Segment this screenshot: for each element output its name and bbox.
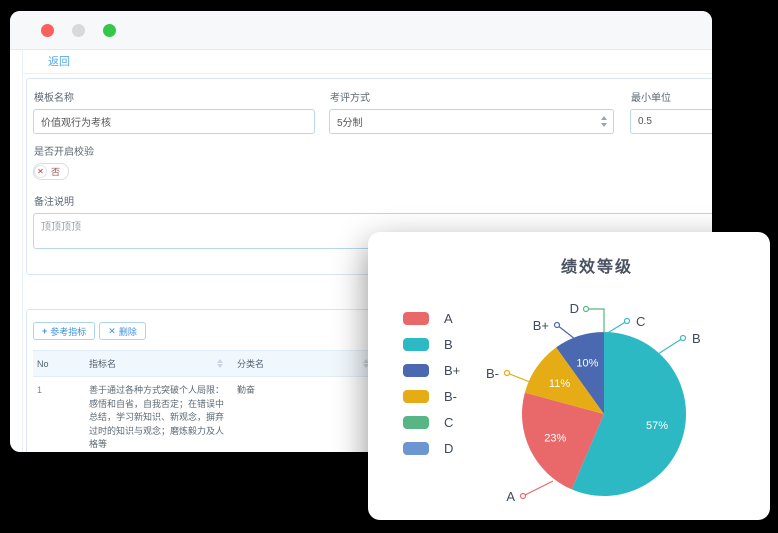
form-field-row: 模板名称 考评方式 最小单位: [33, 87, 712, 134]
slice-percent-label: 10%: [576, 357, 598, 369]
toggle-state-label: 否: [51, 165, 60, 178]
callout-label: B: [692, 331, 701, 346]
cell-indicator: 善于通过各种方式突破个人局限：感悟和自省，自我否定；在错误中总结，学习新知识、新…: [85, 377, 233, 453]
screenshot-canvas: { "window": { "back_link": "返回", "traffi…: [0, 0, 778, 533]
pie-chart: 57% 23% 11% 10% D C B B+ B- A: [368, 232, 770, 520]
add-indicator-button[interactable]: + 参考指标: [33, 322, 95, 340]
evaluation-method-select[interactable]: [329, 109, 614, 134]
template-name-input[interactable]: [33, 109, 315, 134]
slice-percent-label: 11%: [549, 378, 570, 390]
callout-line: [658, 338, 683, 354]
validation-toggle[interactable]: ✕ 否: [33, 163, 69, 180]
min-unit-label: 最小单位: [631, 89, 712, 104]
callout-label: D: [570, 301, 579, 316]
callout-line: [507, 373, 530, 382]
close-button[interactable]: [41, 24, 54, 37]
select-spinner-icon: [600, 116, 607, 127]
min-unit-input[interactable]: [630, 109, 712, 134]
maximize-button[interactable]: [103, 24, 116, 37]
sort-icon[interactable]: [217, 359, 223, 368]
validation-toggle-label: 是否开启校验: [34, 143, 712, 158]
callout-dot-icon: [521, 494, 526, 499]
callout-line: [586, 309, 604, 333]
remark-label: 备注说明: [34, 193, 712, 208]
callout-label: C: [636, 314, 645, 329]
window-titlebar: [10, 11, 712, 50]
callout-dot-icon: [555, 323, 560, 328]
plus-icon: +: [42, 326, 47, 336]
delete-button[interactable]: ✕ 删除: [99, 322, 146, 340]
back-bar: 返回: [23, 50, 712, 74]
slice-percent-label: 57%: [646, 420, 668, 432]
cell-no: 1: [33, 377, 85, 453]
cell-category: 勤奋: [233, 377, 379, 453]
performance-chart-card: 绩效等级 ABB+B-CD 57%23%11%10%DCBB+B-A: [368, 232, 770, 520]
callout-line: [557, 325, 575, 339]
toggle-off-icon: ✕: [34, 165, 47, 178]
delete-icon: ✕: [108, 326, 116, 337]
column-header-no: No: [33, 351, 85, 377]
callout-label: A: [506, 489, 515, 504]
back-link[interactable]: 返回: [48, 56, 70, 68]
callout-dot-icon: [505, 371, 510, 376]
minimize-button[interactable]: [72, 24, 85, 37]
callout-line: [606, 321, 627, 334]
template-name-label: 模板名称: [34, 89, 315, 104]
callout-dot-icon: [625, 319, 630, 324]
evaluation-method-label: 考评方式: [330, 89, 614, 104]
callout-label: B-: [486, 366, 499, 381]
callout-label: B+: [533, 318, 549, 333]
callout-dot-icon: [584, 307, 589, 312]
callout-line: [523, 481, 553, 496]
column-header-indicator[interactable]: 指标名: [85, 351, 233, 377]
column-header-category[interactable]: 分类名: [233, 351, 379, 377]
slice-percent-label: 23%: [544, 433, 566, 445]
callout-dot-icon: [681, 336, 686, 341]
